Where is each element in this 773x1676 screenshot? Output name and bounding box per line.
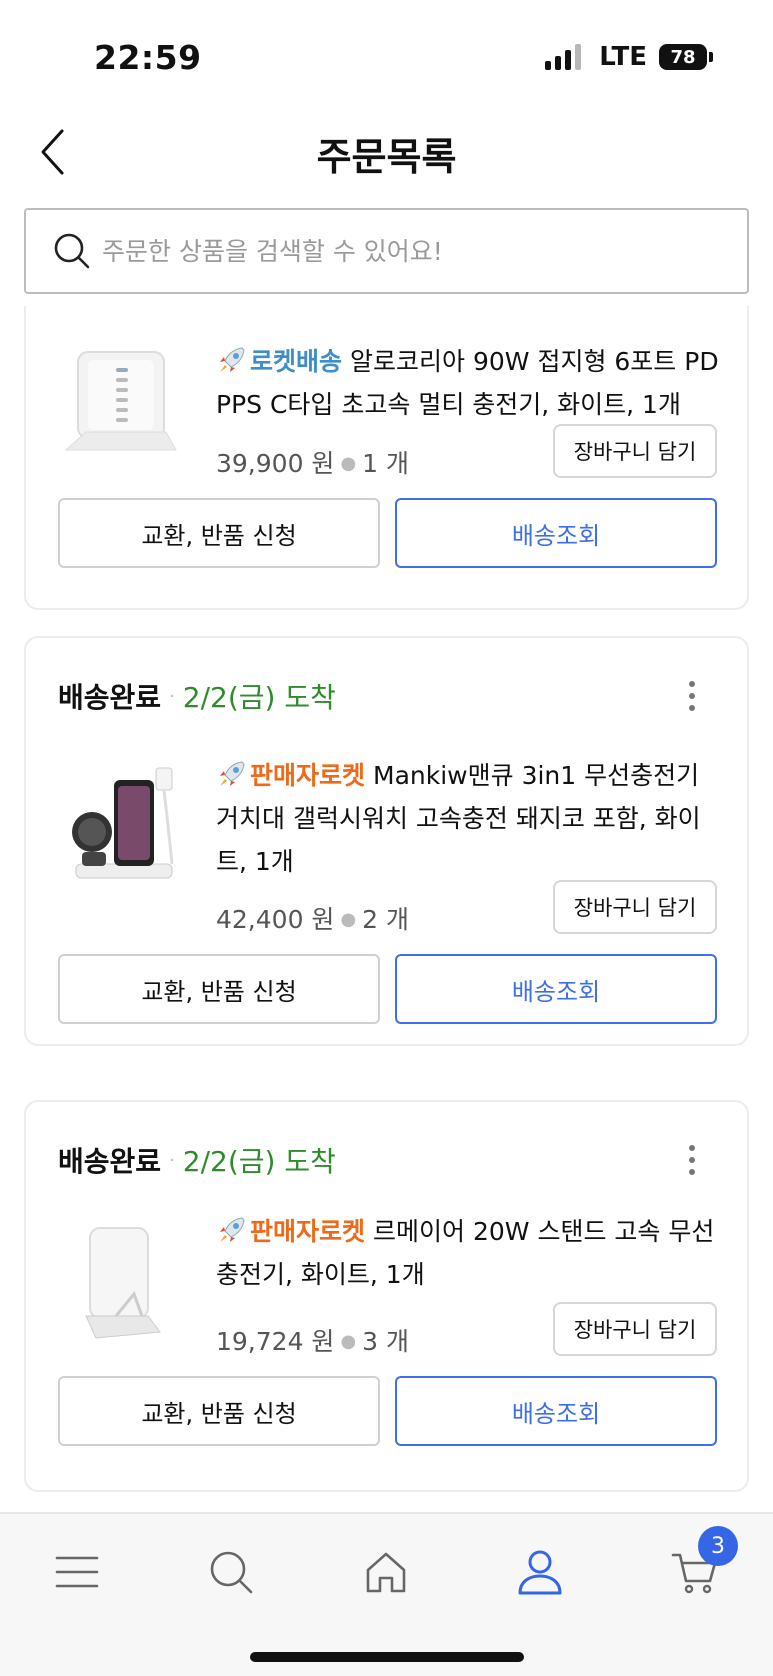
track-delivery-button[interactable]: 배송조회 — [395, 1376, 717, 1446]
network-label: LTE — [599, 42, 647, 72]
price: 39,900 원 — [216, 449, 335, 478]
home-indicator[interactable] — [250, 1652, 524, 1662]
bottom-nav: 3 — [0, 1512, 773, 1676]
page-title: 주문목록 — [316, 135, 457, 179]
order-status-row: 배송완료 · 2/2(금) 도착 — [58, 676, 715, 716]
nav-my-page[interactable] — [505, 1540, 575, 1604]
nav-cart[interactable]: 3 — [660, 1526, 738, 1604]
battery-icon: 78 — [659, 44, 713, 70]
home-icon — [366, 1552, 406, 1593]
quantity: 2 개 — [362, 905, 410, 934]
delivery-badge: 판매자로켓 — [250, 761, 366, 790]
arrival-date: 2/2(금) 도착 — [182, 1145, 336, 1178]
status-time: 22:59 — [94, 38, 202, 77]
arrival-date: 2/2(금) 도착 — [182, 681, 336, 714]
order-card: 배송완료 · 2/2(금) 도착 판매자로켓 Mankiw맨큐 3in1 무선충… — [24, 636, 749, 1046]
order-card: 로켓배송 알로코리아 90W 접지형 6포트 PD PPS C타입 초고속 멀티 … — [24, 306, 749, 610]
rocket-icon — [220, 347, 245, 372]
status-indicators: LTE 78 — [545, 42, 713, 72]
menu-icon — [55, 1556, 99, 1588]
exchange-return-button[interactable]: 교환, 반품 신청 — [58, 954, 380, 1024]
more-options-button[interactable] — [677, 678, 707, 714]
price-row: 42,400 원 ● 2 개 — [216, 905, 410, 934]
track-delivery-button[interactable]: 배송조회 — [395, 954, 717, 1024]
rocket-icon — [220, 1217, 245, 1242]
exchange-return-button[interactable]: 교환, 반품 신청 — [58, 1376, 380, 1446]
add-to-cart-button[interactable]: 장바구니 담기 — [553, 424, 717, 478]
order-status-row: 배송완료 · 2/2(금) 도착 — [58, 1140, 715, 1180]
exchange-return-button[interactable]: 교환, 반품 신청 — [58, 498, 380, 568]
product-name[interactable]: 로켓배송 알로코리아 90W 접지형 6포트 PD PPS C타입 초고속 멀티 … — [216, 340, 721, 426]
order-card: 배송완료 · 2/2(금) 도착 판매자로켓 르메이어 20W 스탠드 고속 무선… — [24, 1100, 749, 1492]
quantity: 3 개 — [362, 1327, 410, 1356]
user-icon — [518, 1550, 562, 1595]
status-bar: 22:59 LTE 78 — [0, 0, 773, 110]
nav-menu[interactable] — [42, 1540, 112, 1604]
product-image — [56, 764, 186, 894]
add-to-cart-button[interactable]: 장바구니 담기 — [553, 1302, 717, 1356]
delivery-badge: 판매자로켓 — [250, 1217, 366, 1246]
search-icon — [210, 1551, 253, 1594]
price: 19,724 원 — [216, 1327, 335, 1356]
cart-count-badge: 3 — [698, 1526, 738, 1566]
signal-icon — [545, 44, 582, 70]
product-image — [56, 332, 186, 462]
delivery-status: 배송완료 — [58, 1145, 162, 1178]
more-options-button[interactable] — [677, 1142, 707, 1178]
price-row: 19,724 원 ● 3 개 — [216, 1327, 410, 1356]
track-delivery-button[interactable]: 배송조회 — [395, 498, 717, 568]
price-row: 39,900 원 ● 1 개 — [216, 449, 410, 478]
add-to-cart-button[interactable]: 장바구니 담기 — [553, 880, 717, 934]
nav-search[interactable] — [196, 1540, 266, 1604]
search-input[interactable] — [102, 236, 702, 266]
battery-level: 78 — [659, 44, 707, 70]
quantity: 1 개 — [362, 449, 410, 478]
rocket-icon — [220, 761, 245, 786]
price: 42,400 원 — [216, 905, 335, 934]
search-bar[interactable] — [24, 208, 749, 294]
delivery-badge: 로켓배송 — [250, 347, 343, 376]
product-name[interactable]: 판매자로켓 Mankiw맨큐 3in1 무선충전기 거치대 갤럭시워치 고속충전 … — [216, 754, 721, 883]
nav-home[interactable] — [351, 1540, 421, 1604]
header: 주문목록 — [0, 110, 773, 200]
order-list[interactable]: 로켓배송 알로코리아 90W 접지형 6포트 PD PPS C타입 초고속 멀티 … — [0, 306, 773, 1512]
product-name[interactable]: 판매자로켓 르메이어 20W 스탠드 고속 무선충전기, 화이트, 1개 — [216, 1210, 721, 1296]
product-image — [56, 1220, 186, 1350]
delivery-status: 배송완료 — [58, 681, 162, 714]
search-icon — [54, 233, 90, 269]
